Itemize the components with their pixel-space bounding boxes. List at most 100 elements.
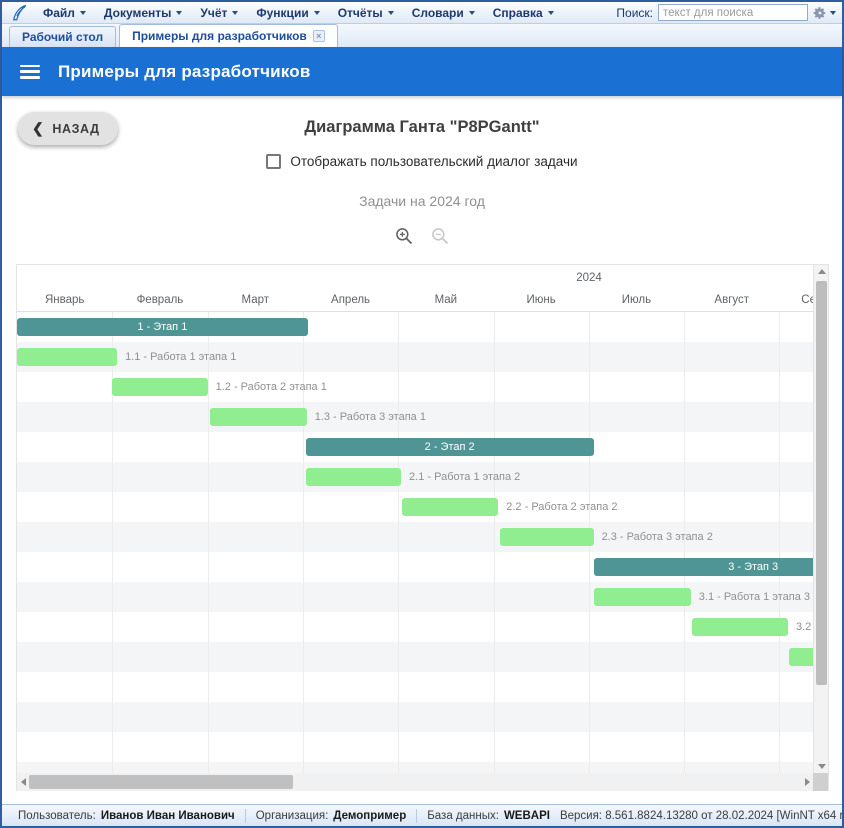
menu-item-label: Учёт (200, 6, 227, 20)
gantt-row (17, 582, 814, 612)
tab-close-icon[interactable]: × (313, 30, 325, 42)
tab-bar: Рабочий стол Примеры для разработчиков × (2, 24, 842, 47)
gantt-gridline (208, 312, 209, 773)
tab-desktop[interactable]: Рабочий стол (9, 26, 116, 47)
search-settings-button[interactable] (813, 6, 836, 20)
status-db-value: WEBAPI (504, 810, 550, 822)
gantt-bar-2.1[interactable] (306, 468, 401, 486)
vertical-scrollbar[interactable] (813, 265, 828, 773)
menubar: Файл Документы Учёт Функции Отчёты Словари Спр… (2, 2, 842, 24)
page-title: Диаграмма Ганта "P8PGantt" (2, 118, 842, 137)
gantt-gridline (779, 312, 780, 773)
tab-label: Примеры для разработчиков (132, 29, 307, 43)
chevron-down-icon (314, 11, 320, 15)
gantt-task-label: 1.3 - Работа 3 этапа 1 (315, 408, 426, 426)
tab-developer-examples[interactable]: Примеры для разработчиков × (119, 24, 338, 47)
chevron-down-icon (176, 11, 182, 15)
scroll-up-icon[interactable] (818, 269, 826, 274)
chevron-down-icon (388, 11, 394, 15)
gantt-row (17, 702, 814, 732)
chevron-down-icon (830, 11, 836, 15)
status-database: База данных: WEBAPI (417, 809, 560, 823)
gantt-gridline (398, 312, 399, 773)
menu-item-label: Документы (104, 6, 171, 20)
vertical-scroll-thumb[interactable] (816, 281, 827, 685)
scroll-left-icon[interactable] (21, 778, 26, 786)
chart-subtitle: Задачи на 2024 год (2, 193, 842, 209)
app-header-title: Примеры для разработчиков (58, 62, 311, 82)
gantt-row (17, 762, 814, 773)
chevron-down-icon (80, 11, 86, 15)
zoom-controls (2, 226, 842, 246)
horizontal-scrollbar[interactable] (17, 773, 814, 791)
search-input[interactable] (658, 4, 808, 21)
scrollbar-corner (813, 773, 828, 791)
main-content: ❮ НАЗАД Диаграмма Ганта "P8PGantt" Отобр… (2, 96, 842, 804)
menu-item-label: Словари (412, 6, 464, 20)
gantt-bar-3.3[interactable] (789, 648, 814, 666)
status-user-label: Пользователь: (18, 810, 96, 822)
menu-item-справка[interactable]: Справка (484, 2, 563, 24)
gantt-bar-3.1[interactable] (594, 588, 691, 606)
dialog-option-row: Отображать пользовательский диалог задач… (2, 154, 842, 169)
gantt-row (17, 672, 814, 702)
gantt-bar-2.2[interactable] (402, 498, 498, 516)
app-logo-icon (10, 4, 28, 22)
menu-item-функции[interactable]: Функции (247, 2, 328, 24)
gantt-row (17, 642, 814, 672)
gantt-task-label: 2.2 - Работа 2 этапа 2 (506, 498, 617, 516)
chevron-down-icon (232, 11, 238, 15)
status-bar: Пользователь: Иванов Иван Иванович Орган… (2, 804, 842, 826)
gantt-bar-1.3[interactable] (210, 408, 307, 426)
gantt-task-label: 2.1 - Работа 1 этапа 2 (409, 468, 520, 486)
scroll-down-icon[interactable] (818, 764, 826, 769)
gantt-month-label: Январь (17, 294, 112, 308)
scroll-right-icon[interactable] (805, 778, 810, 786)
gantt-bar-3[interactable]: 3 - Этап 3 (594, 558, 814, 576)
app-header: Примеры для разработчиков (2, 47, 842, 96)
gantt-task-label: 2.3 - Работа 3 этапа 2 (602, 528, 713, 546)
gantt-bar-2[interactable]: 2 - Этап 2 (306, 438, 594, 456)
gantt-month-label: Август (684, 294, 779, 308)
hamburger-menu-icon[interactable] (20, 65, 40, 79)
app-window: Файл Документы Учёт Функции Отчёты Словари Спр… (0, 0, 844, 828)
gantt-bar-3.2[interactable] (692, 618, 788, 636)
gantt-task-label: 1.1 - Работа 1 этапа 1 (125, 348, 236, 366)
zoom-out-icon[interactable] (430, 226, 450, 246)
gantt-task-label: 1.2 - Работа 2 этапа 1 (216, 378, 327, 396)
menu-item-отчёты[interactable]: Отчёты (329, 2, 403, 24)
checkbox-label: Отображать пользовательский диалог задач… (290, 154, 577, 169)
status-user: Пользователь: Иванов Иван Иванович (8, 809, 246, 823)
gear-icon (813, 6, 827, 20)
status-org-label: Организация: (256, 810, 329, 822)
gantt-month-label: Сентябрь (779, 294, 814, 308)
menu-item-label: Справка (493, 6, 543, 20)
gantt-bar-1.1[interactable] (17, 348, 117, 366)
gantt-viewport: 2024 ЯнварьФевральМартАпрельМайИюньИюльА… (17, 265, 814, 773)
menu-item-label: Функции (256, 6, 308, 20)
gantt-task-label: 3.1 - Работа 1 этапа 3 (699, 588, 810, 606)
gantt-bar-1.2[interactable] (112, 378, 207, 396)
status-version: Версия: 8.561.8824.13280 от 28.02.2024 [… (560, 810, 844, 822)
gantt-row (17, 732, 814, 762)
gantt-month-label: Апрель (303, 294, 398, 308)
show-user-dialog-checkbox[interactable] (266, 154, 281, 169)
gantt-month-label: Июнь (494, 294, 589, 308)
horizontal-scroll-thumb[interactable] (29, 775, 293, 789)
menu-item-label: Файл (43, 6, 75, 20)
gantt-month-label: Февраль (112, 294, 207, 308)
gantt-task-label: 3.2 - Работа 2 этапа 3 (796, 618, 814, 636)
search-label: Поиск: (616, 6, 653, 20)
menu-item-label: Отчёты (338, 6, 383, 20)
status-db-label: База данных: (427, 810, 499, 822)
gantt-chart: 2024 ЯнварьФевральМартАпрельМайИюньИюльА… (16, 264, 829, 791)
gantt-bar-2.3[interactable] (500, 528, 593, 546)
menu-item-словари[interactable]: Словари (403, 2, 484, 24)
menu-item-учёт[interactable]: Учёт (191, 2, 247, 24)
status-org-value: Демопример (333, 810, 406, 822)
gantt-bar-1[interactable]: 1 - Этап 1 (17, 318, 308, 336)
menu-item-документы[interactable]: Документы (95, 2, 191, 24)
zoom-in-icon[interactable] (394, 226, 414, 246)
status-user-value: Иванов Иван Иванович (101, 810, 235, 822)
menu-item-файл[interactable]: Файл (34, 2, 95, 24)
